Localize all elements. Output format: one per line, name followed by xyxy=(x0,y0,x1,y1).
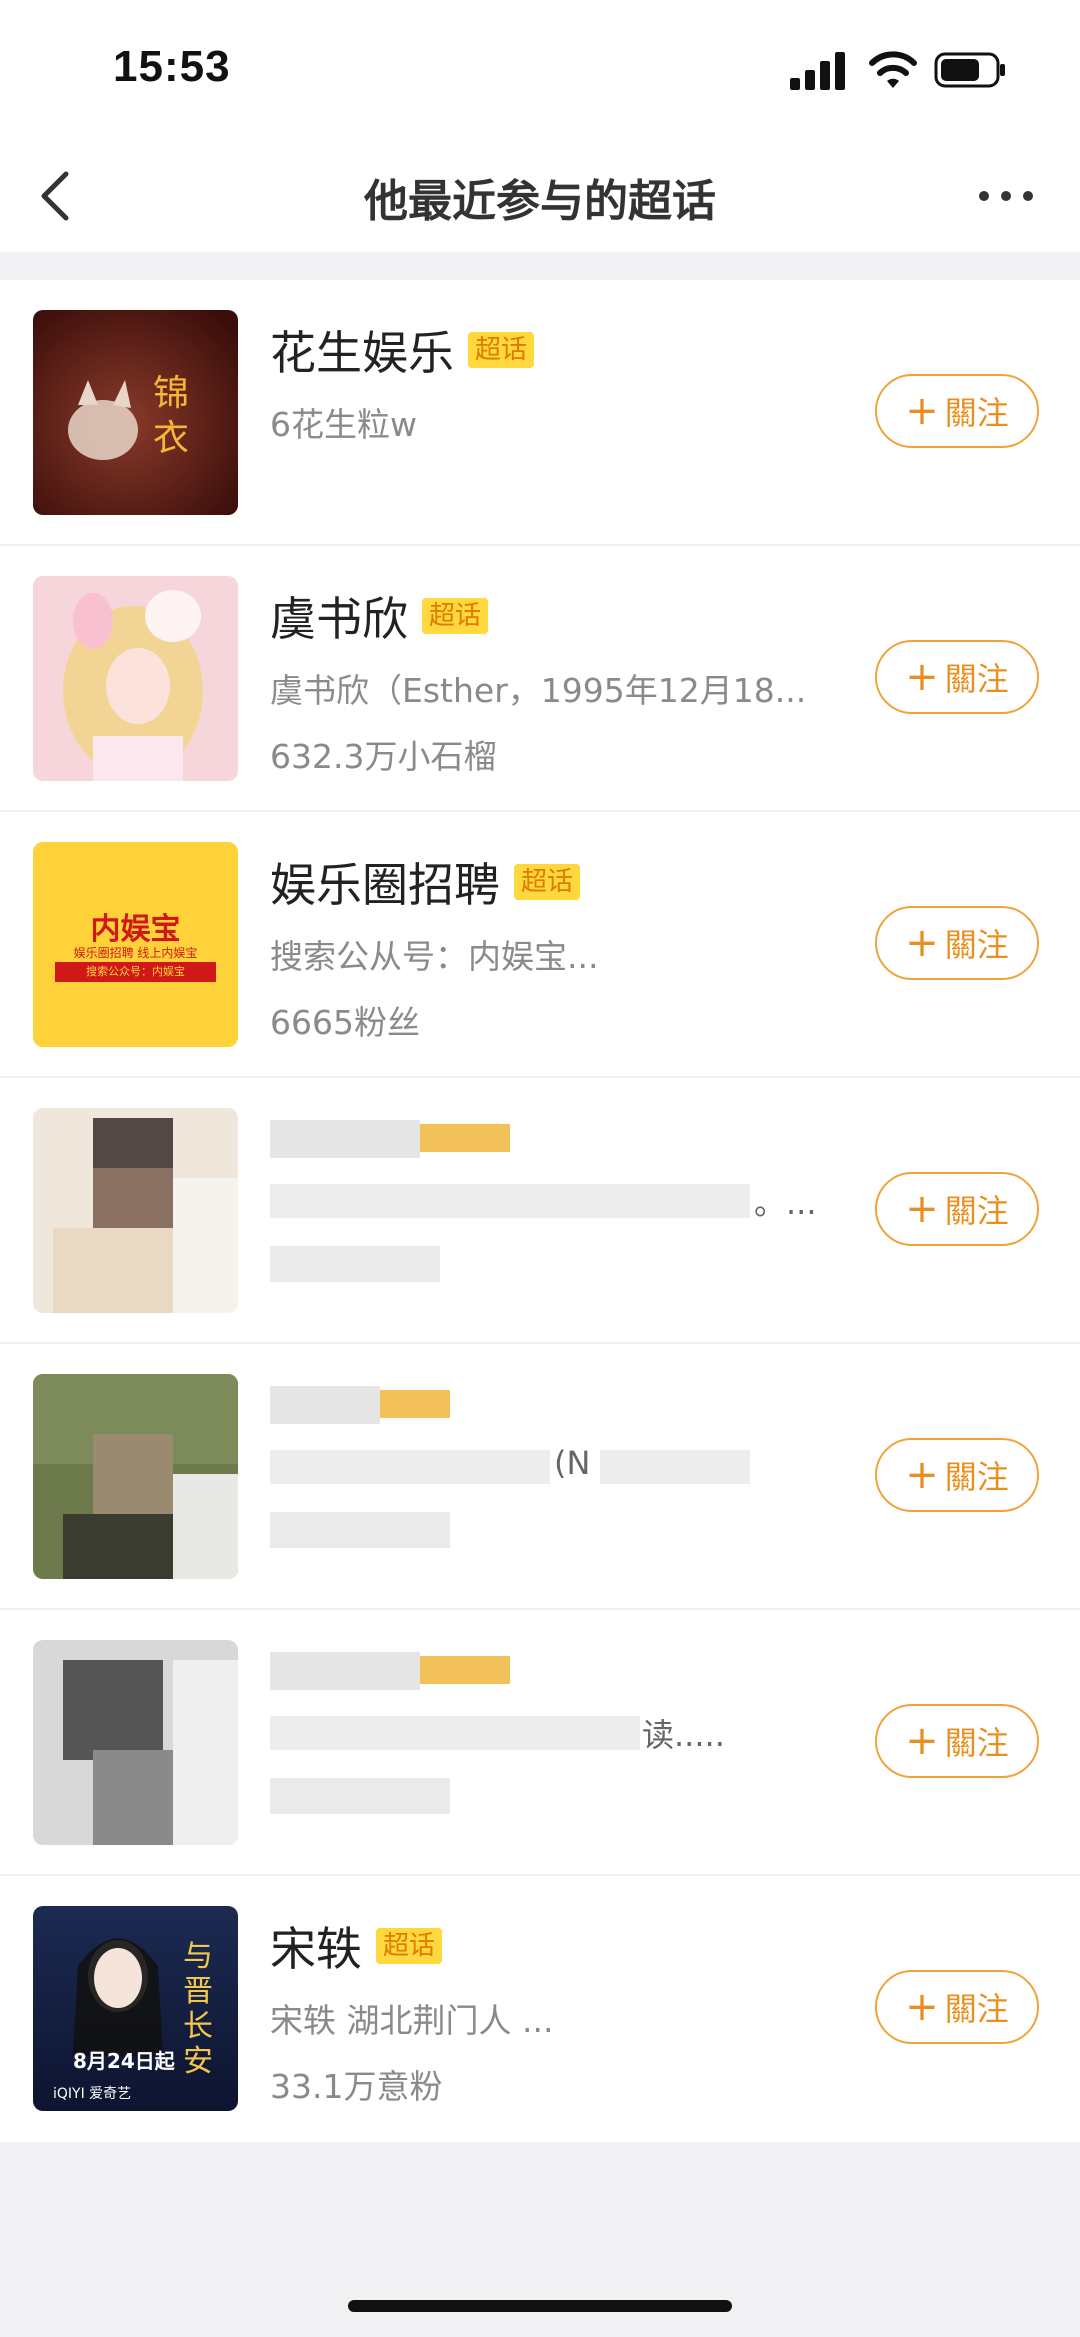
topic-stats: 6花生粒w xyxy=(270,405,417,444)
topic-thumbnail xyxy=(33,576,238,781)
plus-icon: + xyxy=(905,1718,939,1764)
topic-name: 宋轶 xyxy=(270,1922,362,1976)
nav-bar: 他最近参与的超话 xyxy=(0,140,1080,252)
home-indicator[interactable] xyxy=(348,2300,732,2312)
follow-label: 關注 xyxy=(944,1192,1009,1230)
blurred-text-tail: 。... xyxy=(754,1184,817,1222)
topic-thumbnail: 与 晋 长 安 8月24日起 iQIYI 爱奇艺 xyxy=(33,1906,238,2111)
topic-stats: 6665粉丝 xyxy=(270,1003,420,1042)
battery-icon xyxy=(934,52,1005,88)
page-title: 他最近参与的超话 xyxy=(364,176,716,227)
topic-description: 搜索公从号：内娱宝... xyxy=(270,937,599,976)
follow-label: 關注 xyxy=(944,1724,1009,1762)
svg-text:衣: 衣 xyxy=(153,418,189,459)
topic-name: 花生娱乐 xyxy=(270,326,454,380)
plus-icon: + xyxy=(905,1186,939,1232)
plus-icon: + xyxy=(905,654,939,700)
supertopic-list: 锦 衣 花生娱乐 超话 6花生粒w + 關注 虞书欣 超话 虞书欣（Esther… xyxy=(0,280,1080,2142)
status-time: 15:53 xyxy=(113,42,231,91)
plus-icon: + xyxy=(905,1984,939,2030)
follow-label: 關注 xyxy=(944,1990,1009,2028)
topic-description: 虞书欣（Esther，1995年12月18... xyxy=(270,671,807,710)
follow-label: 關注 xyxy=(944,926,1009,964)
supertopic-tag: 超话 xyxy=(376,1928,443,1964)
plus-icon: + xyxy=(905,388,939,434)
topic-thumbnail: 内娱宝 娱乐圈招聘 线上内娱宝 搜索公众号：内娱宝 xyxy=(33,842,238,1047)
follow-button[interactable]: + 關注 xyxy=(875,1970,1039,2044)
follow-button[interactable]: + 關注 xyxy=(875,374,1039,448)
blurred-text-tail: 读..... xyxy=(642,1716,725,1754)
more-options-icon[interactable] xyxy=(966,170,1046,222)
follow-button[interactable]: + 關注 xyxy=(875,1438,1039,1512)
list-item[interactable]: 内娱宝 娱乐圈招聘 线上内娱宝 搜索公众号：内娱宝 娱乐圈招聘 超话 搜索公从号… xyxy=(0,812,1080,1078)
list-item[interactable]: 读..... + 關注 xyxy=(0,1610,1080,1876)
follow-button[interactable]: + 關注 xyxy=(875,640,1039,714)
blurred-text-tail: (N xyxy=(554,1444,591,1482)
follow-label: 關注 xyxy=(944,660,1009,698)
blurred-thumbnail xyxy=(33,1640,238,1845)
poster-title-char: 与 xyxy=(183,1939,213,1974)
signal-icon xyxy=(790,52,845,90)
svg-text:安: 安 xyxy=(183,2044,213,2079)
list-item[interactable]: 虞书欣 超话 虞书欣（Esther，1995年12月18... 632.3万小石… xyxy=(0,546,1080,812)
topic-description: 宋轶 湖北荆门人 ... xyxy=(270,2001,554,2040)
svg-text:晋: 晋 xyxy=(183,1974,213,2009)
supertopic-tag: 超话 xyxy=(422,598,489,634)
list-item[interactable]: 锦 衣 花生娱乐 超话 6花生粒w + 關注 xyxy=(0,280,1080,546)
svg-text:锦: 锦 xyxy=(153,373,189,414)
topic-name: 娱乐圈招聘 xyxy=(270,858,500,912)
plus-icon: + xyxy=(905,1452,939,1498)
blurred-thumbnail xyxy=(33,1374,238,1579)
thumbnail-banner: 搜索公众号：内娱宝 xyxy=(55,962,216,982)
topic-name: 虞书欣 xyxy=(270,592,408,646)
follow-button[interactable]: + 關注 xyxy=(875,1172,1039,1246)
wifi-icon xyxy=(869,51,917,88)
plus-icon: + xyxy=(905,920,939,966)
status-bar: 15:53 xyxy=(0,0,1080,140)
follow-label: 關注 xyxy=(944,1458,1009,1496)
blurred-thumbnail xyxy=(33,1108,238,1313)
topic-stats: 33.1万意粉 xyxy=(270,2067,443,2106)
supertopic-tag: 超话 xyxy=(468,332,535,368)
thumbnail-subtitle: 娱乐圈招聘 线上内娱宝 xyxy=(73,946,198,960)
list-item[interactable]: 与 晋 长 安 8月24日起 iQIYI 爱奇艺 宋轶 超话 宋轶 湖北荆门人 … xyxy=(0,1876,1080,2142)
list-item[interactable]: 。... + 關注 xyxy=(0,1078,1080,1344)
topic-stats: 632.3万小石榴 xyxy=(270,737,497,776)
topic-thumbnail: 锦 衣 xyxy=(33,310,238,515)
svg-text:长: 长 xyxy=(183,2009,213,2044)
poster-date: 8月24日起 xyxy=(73,2049,176,2073)
thumbnail-title: 内娱宝 xyxy=(90,912,181,947)
follow-button[interactable]: + 關注 xyxy=(875,1704,1039,1778)
follow-button[interactable]: + 關注 xyxy=(875,906,1039,980)
list-item[interactable]: (N + 關注 xyxy=(0,1344,1080,1610)
supertopic-tag: 超话 xyxy=(514,864,581,900)
follow-label: 關注 xyxy=(944,394,1009,432)
poster-brand: iQIYI 爱奇艺 xyxy=(53,2085,131,2102)
